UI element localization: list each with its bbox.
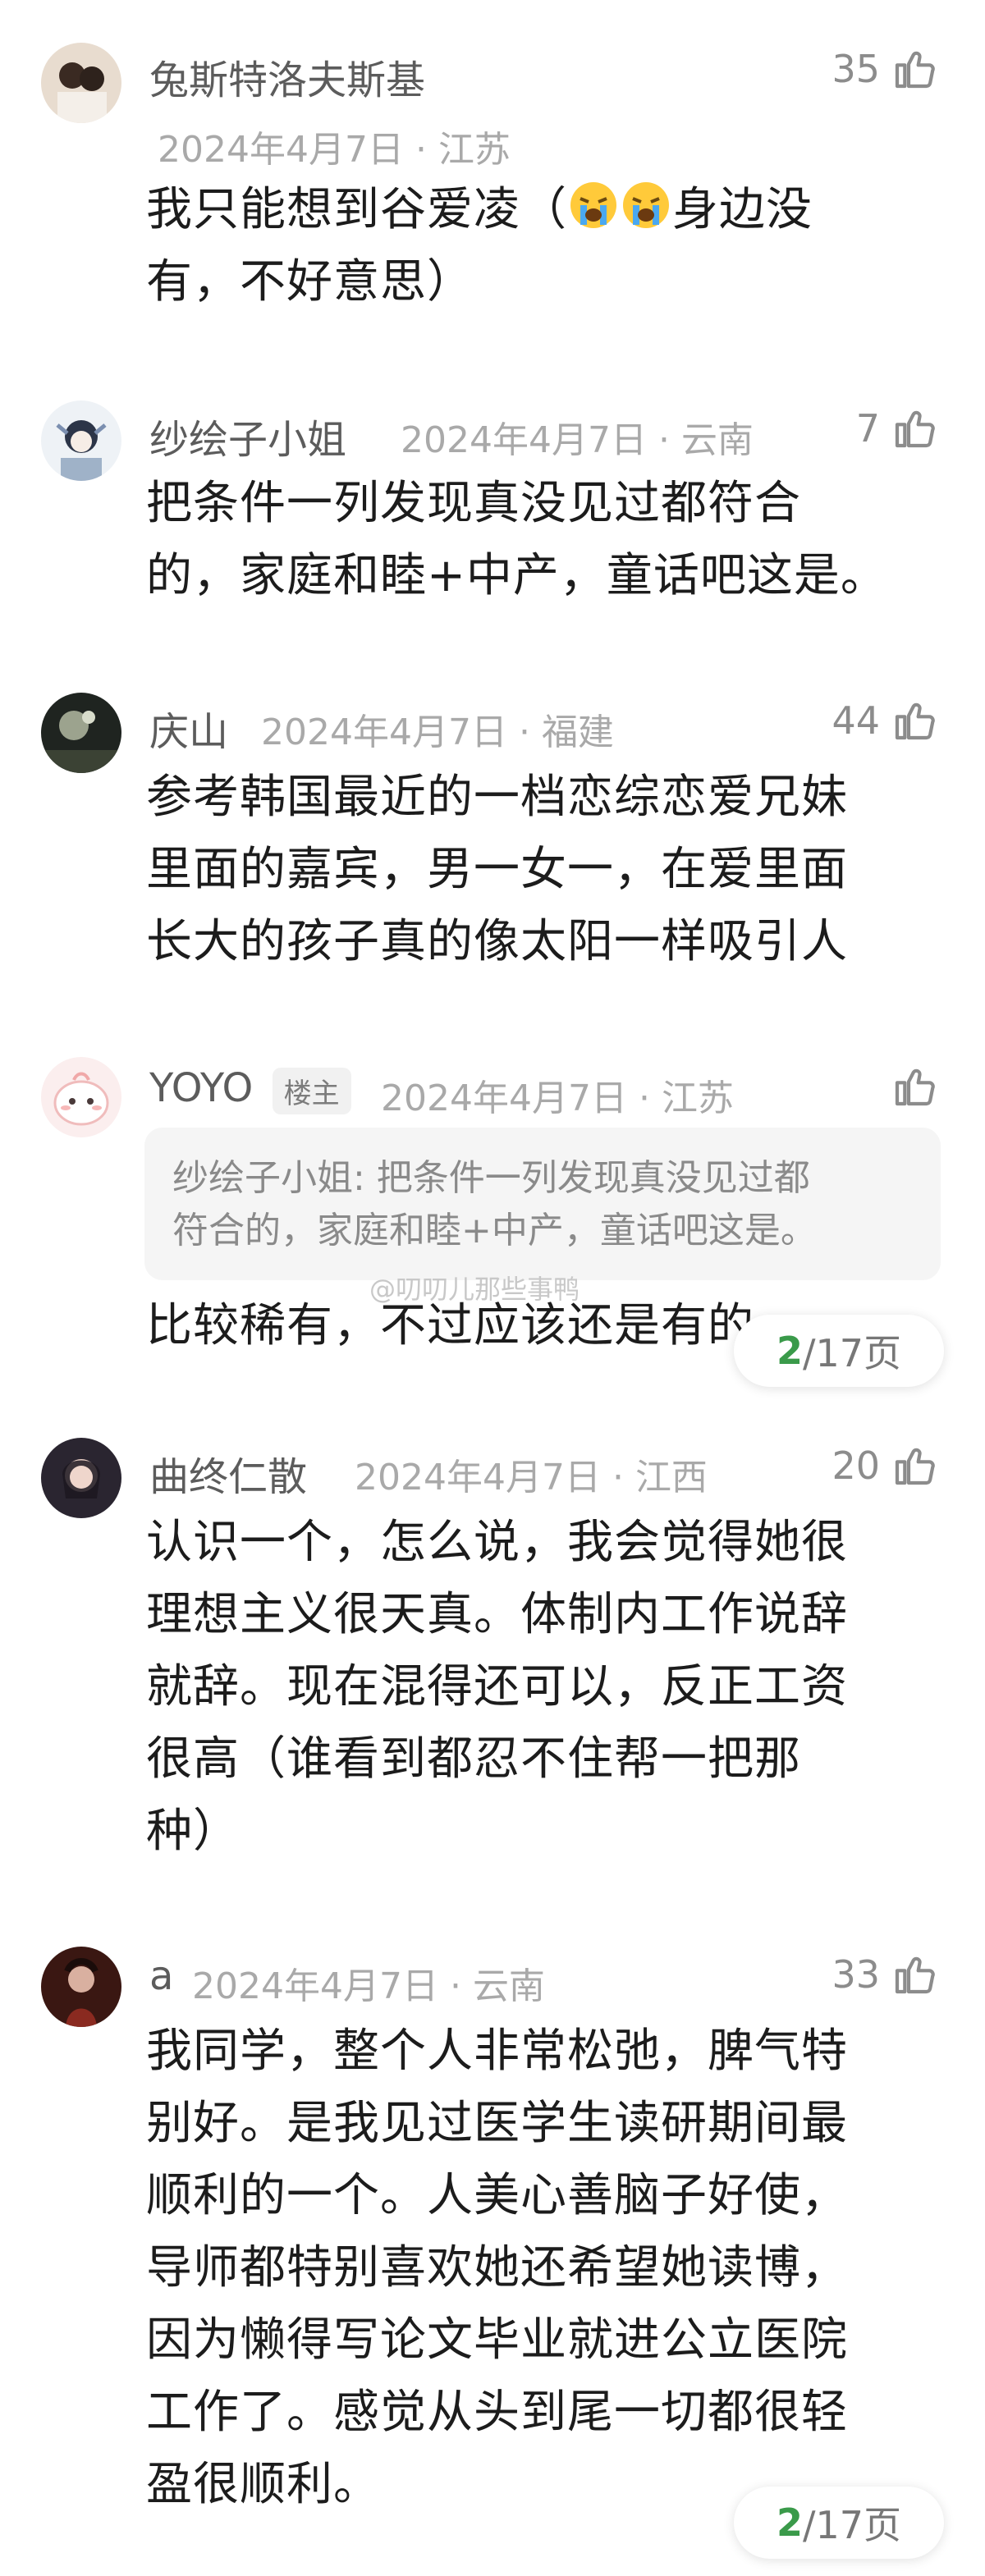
comment-region: 江苏 <box>661 1078 734 1119</box>
comment-region: 云南 <box>680 419 754 461</box>
current-page: 2 <box>776 2501 803 2545</box>
meta-separator: · <box>626 1078 662 1119</box>
username[interactable]: 庆山 <box>149 699 228 757</box>
comment-text: 我同学，整个人非常松弛，脾气特 别好。是我见过医学生读研期间最 顺利的一个。人美… <box>146 2025 848 2511</box>
comment-date: 2024年4月7日 <box>401 419 647 461</box>
username[interactable]: YOYO 楼主 <box>149 1065 351 1114</box>
comment-text: 认识一个，怎么说，我会觉得她很 理想主义很天真。体制内工作说辞 就辞。现在混得还… <box>146 1516 848 1858</box>
avatar[interactable] <box>41 1057 121 1137</box>
like-button[interactable]: 44 <box>832 698 937 744</box>
comment-date: 2024年4月7日 <box>355 1457 601 1498</box>
like-count: 20 <box>832 1444 880 1488</box>
meta-separator: · <box>600 1457 635 1498</box>
avatar[interactable] <box>41 693 121 773</box>
like-button[interactable]: 35 <box>832 46 937 92</box>
thumbs-up-icon <box>895 1068 935 1106</box>
username[interactable]: 纱绘子小姐 <box>149 407 346 464</box>
username[interactable]: 兔斯特洛夫斯基 <box>149 48 425 105</box>
avatar[interactable] <box>41 1438 121 1518</box>
username[interactable]: 曲终仁散 <box>149 1444 307 1502</box>
like-count: 7 <box>855 406 880 451</box>
comment-text: 把条件一列发现真没见过都符合 的，家庭和睦+中产，童话吧这是。 <box>146 477 887 602</box>
like-button[interactable]: 33 <box>832 1951 937 1997</box>
thumbs-up-icon <box>895 410 935 448</box>
avatar[interactable] <box>41 400 121 481</box>
total-pages: /17页 <box>802 1331 902 1375</box>
pagination-indicator[interactable]: 2/17页 <box>734 2487 944 2559</box>
meta-separator: · <box>506 711 542 753</box>
comment-region: 福建 <box>541 711 614 753</box>
current-page: 2 <box>776 1329 803 1373</box>
like-count: 35 <box>832 47 880 91</box>
crying-face-icon <box>570 182 616 228</box>
comment-meta: 2024年4月7日 · 江西 <box>355 1448 708 1500</box>
comment-text: 参考韩国最近的一档恋综恋爱兄妹 里面的嘉宾，男一女一，在爱里面 长大的孩子真的像… <box>146 771 848 968</box>
comment-region: 江苏 <box>438 129 511 171</box>
like-button[interactable]: 20 <box>832 1443 937 1489</box>
like-count: 44 <box>832 698 880 743</box>
comment-region: 江西 <box>635 1457 708 1498</box>
like-button[interactable] <box>880 1064 937 1110</box>
pagination-indicator[interactable]: 2/17页 <box>734 1315 944 1387</box>
total-pages: /17页 <box>802 2503 902 2547</box>
avatar[interactable] <box>41 1947 121 2027</box>
quoted-reply-text: 纱绘子小姐: 把条件一列发现真没见过都 符合的，家庭和睦+中产，童话吧这是。 <box>172 1157 817 1251</box>
comment-meta: 2024年4月7日 · 云南 <box>401 410 754 463</box>
thumbs-up-icon <box>895 1448 935 1485</box>
like-button[interactable]: 7 <box>856 405 937 451</box>
comment-meta: 2024年4月7日 · 云南 <box>192 1956 545 2009</box>
avatar[interactable] <box>41 43 121 123</box>
crying-face-icon <box>623 182 669 228</box>
username[interactable]: a <box>149 1953 173 1999</box>
meta-separator: · <box>403 129 438 171</box>
comment-date: 2024年4月7日 <box>261 711 507 753</box>
thumbs-up-icon <box>895 702 935 740</box>
comment-date: 2024年4月7日 <box>158 129 404 171</box>
comment-meta: 2024年4月7日 · 江苏 <box>381 1068 734 1121</box>
comment-date: 2024年4月7日 <box>381 1078 627 1119</box>
like-count: 33 <box>832 1952 880 1997</box>
meta-separator: · <box>438 1965 473 2007</box>
author-badge: 楼主 <box>272 1067 351 1114</box>
comment-meta: 2024年4月7日 · 江苏 <box>158 120 511 172</box>
comment-text: 我只能想到谷爱凌（ 身边没 有，不好意思） <box>146 174 909 318</box>
thumbs-up-icon <box>895 1956 935 1994</box>
comment-meta: 2024年4月7日 · 福建 <box>261 702 614 755</box>
thumbs-up-icon <box>895 51 935 89</box>
comment-date: 2024年4月7日 <box>192 1965 438 2007</box>
comment-region: 云南 <box>472 1965 545 2007</box>
meta-separator: · <box>646 419 681 461</box>
